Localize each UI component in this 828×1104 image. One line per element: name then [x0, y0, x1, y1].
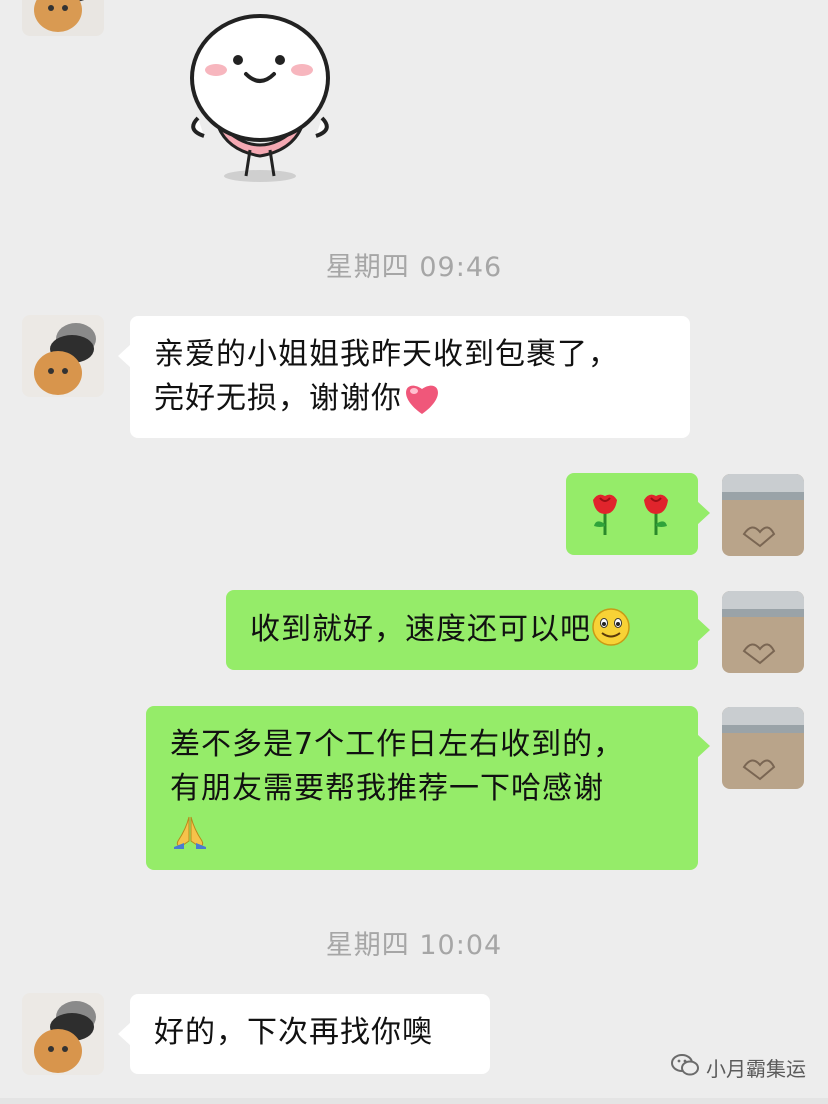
beach-avatar[interactable]	[722, 474, 804, 556]
rose-emoji	[588, 490, 622, 549]
message-text: 好的，下次再找你噢	[154, 1015, 433, 1050]
message-text: 收到就好，速度还可以吧	[250, 612, 591, 647]
timestamp: 星期四 10:04	[325, 930, 503, 961]
watermark: 小月霸集运	[670, 1052, 806, 1083]
smile-emoji	[591, 607, 631, 660]
watermark-text: 小月霸集运	[706, 1057, 806, 1081]
cat-avatar[interactable]	[22, 315, 104, 397]
message-bubble[interactable]: 好的，下次再找你噢	[118, 994, 490, 1074]
rose-emoji	[639, 490, 673, 549]
pray-emoji	[170, 811, 210, 864]
smiling-dumpling-sticker[interactable]	[176, 0, 336, 190]
bottom-edge	[0, 1098, 828, 1104]
beach-avatar[interactable]	[722, 591, 804, 673]
message-text: 差不多是7个工作日左右收到的，	[170, 727, 625, 762]
heart-emoji	[402, 380, 442, 429]
message-text: 有朋友需要帮我推荐一下哈感谢	[170, 771, 604, 806]
timestamp: 星期四 09:46	[325, 252, 503, 283]
message-bubble[interactable]	[566, 473, 710, 555]
message-bubble[interactable]: 收到就好，速度还可以吧	[226, 590, 710, 670]
message-text: 亲爱的小姐姐我昨天收到包裹了，	[154, 337, 619, 372]
chat-screen: 星期四 09:46 亲爱的小姐姐我昨天收到包裹了， 完好无损，谢谢你 收到就好，…	[0, 0, 828, 1104]
message-text: 完好无损，谢谢你	[154, 381, 402, 416]
beach-avatar[interactable]	[722, 707, 804, 789]
message-bubble[interactable]: 亲爱的小姐姐我昨天收到包裹了， 完好无损，谢谢你	[118, 316, 690, 438]
wechat-official-account-icon	[670, 1052, 700, 1083]
message-bubble[interactable]: 差不多是7个工作日左右收到的， 有朋友需要帮我推荐一下哈感谢	[146, 706, 710, 870]
cat-avatar[interactable]	[22, 993, 104, 1075]
cat-avatar[interactable]	[22, 0, 104, 36]
